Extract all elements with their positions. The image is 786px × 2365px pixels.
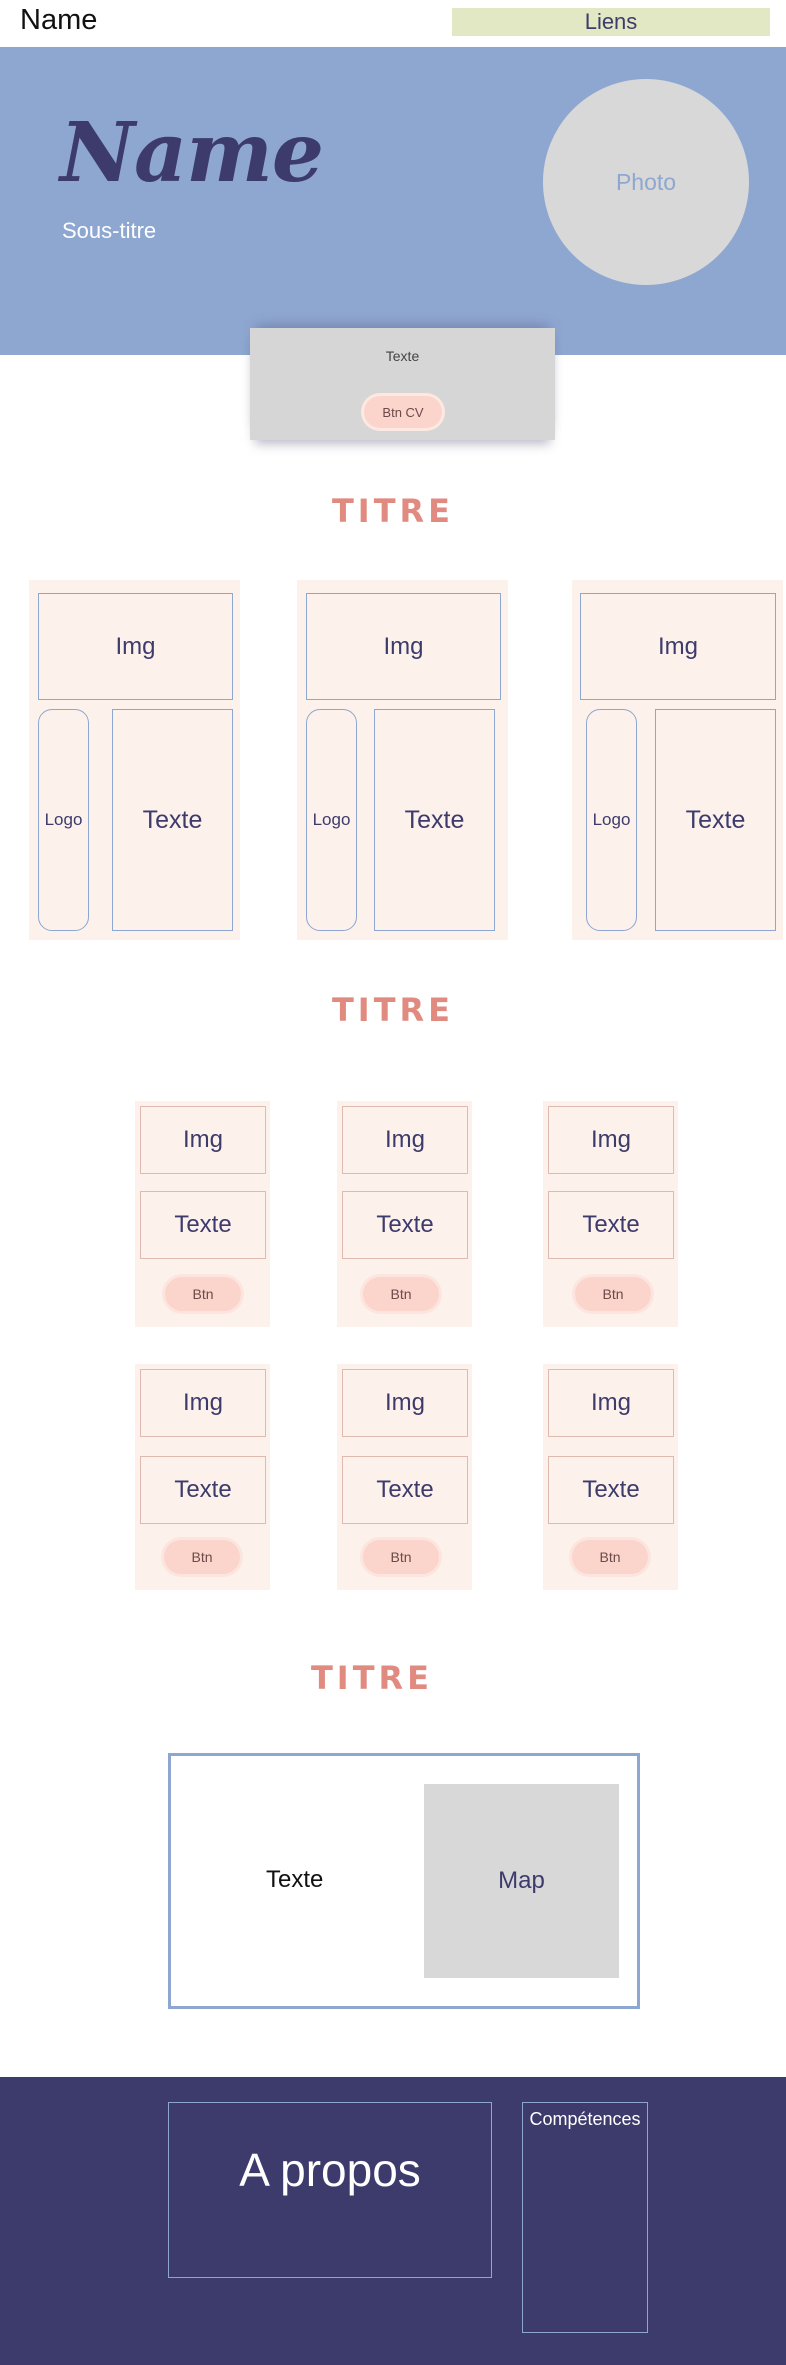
hero-subtitle: Sous-titre (62, 218, 157, 243)
project-card[interactable]: Img Logo Texte (572, 580, 783, 940)
nav-links[interactable]: Liens (452, 8, 770, 36)
service-card[interactable]: Img Texte Btn (337, 1101, 472, 1327)
service-button[interactable]: Btn (164, 1540, 240, 1574)
about-box: A propos (168, 2102, 492, 2278)
service-text: Texte (548, 1456, 674, 1524)
service-card[interactable]: Img Texte Btn (543, 1364, 678, 1590)
service-text: Texte (548, 1191, 674, 1259)
contact-text: Texte (266, 1866, 324, 1893)
project-logo: Logo (586, 709, 637, 931)
cv-button[interactable]: Btn CV (364, 396, 442, 428)
project-logo: Logo (38, 709, 89, 931)
project-card[interactable]: Img Logo Texte (29, 580, 240, 940)
projects-title: TITRE (331, 492, 455, 530)
project-image: Img (306, 593, 501, 700)
project-text: Texte (655, 709, 776, 931)
site-brand[interactable]: Name (20, 4, 97, 37)
service-text: Texte (342, 1191, 468, 1259)
service-button[interactable]: Btn (363, 1540, 439, 1574)
services-title: TITRE (331, 991, 455, 1029)
service-card[interactable]: Img Texte Btn (543, 1101, 678, 1327)
project-image: Img (580, 593, 776, 700)
service-button[interactable]: Btn (165, 1277, 241, 1311)
profile-photo: Photo (543, 79, 749, 285)
project-card[interactable]: Img Logo Texte (297, 580, 508, 940)
service-text: Texte (140, 1456, 266, 1524)
intro-card: Texte Btn CV (250, 328, 555, 440)
service-text: Texte (140, 1191, 266, 1259)
project-logo: Logo (306, 709, 357, 931)
service-card[interactable]: Img Texte Btn (135, 1364, 270, 1590)
service-image: Img (548, 1369, 674, 1437)
service-image: Img (342, 1369, 468, 1437)
project-text: Texte (374, 709, 495, 931)
intro-text: Texte (385, 348, 420, 364)
hero-name: Name (60, 105, 324, 201)
contact-title: TITRE (310, 1659, 434, 1697)
service-button[interactable]: Btn (572, 1540, 648, 1574)
service-image: Img (140, 1369, 266, 1437)
service-card[interactable]: Img Texte Btn (135, 1101, 270, 1327)
skills-box: Compétences (522, 2102, 648, 2333)
project-image: Img (38, 593, 233, 700)
service-image: Img (140, 1106, 266, 1174)
service-button[interactable]: Btn (575, 1277, 651, 1311)
service-card[interactable]: Img Texte Btn (337, 1364, 472, 1590)
service-text: Texte (342, 1456, 468, 1524)
contact-map[interactable]: Map (424, 1784, 619, 1978)
service-image: Img (342, 1106, 468, 1174)
service-image: Img (548, 1106, 674, 1174)
service-button[interactable]: Btn (363, 1277, 439, 1311)
project-text: Texte (112, 709, 233, 931)
